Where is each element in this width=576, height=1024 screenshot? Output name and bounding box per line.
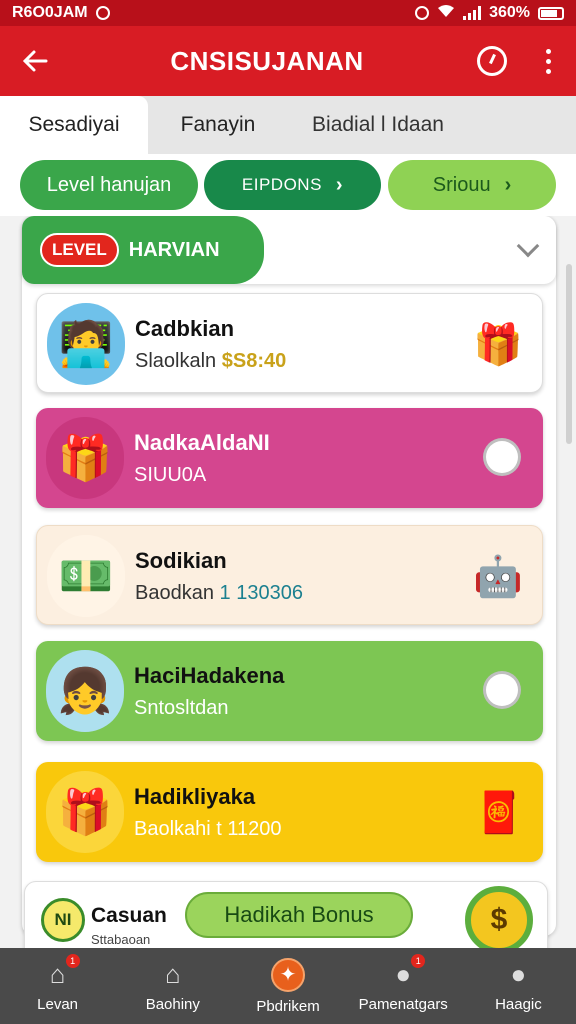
nav-item-haagic[interactable]: ● Haagic xyxy=(461,948,576,1024)
alarm-icon xyxy=(415,6,430,20)
list-item[interactable]: 👧 HaciHadakena Sntosltdan xyxy=(36,641,543,741)
nav-label: Pamenatgars xyxy=(358,995,448,1013)
list-item[interactable]: 🎁 Hadikliyaka Baolkahi t 11200 🧧 xyxy=(36,762,543,862)
back-arrow-icon[interactable] xyxy=(0,26,70,96)
signal-icon xyxy=(463,6,482,20)
status-bar: R6O0JAM 360% xyxy=(0,0,576,26)
timer-icon xyxy=(477,46,507,76)
level-pill: LEVEL HARVIAN xyxy=(22,216,264,284)
nav-item-pamenatgars[interactable]: ● 1 Pamenatgars xyxy=(346,948,461,1024)
bonus-card: NI Casuan Sttabaoan Hadikah Bonus $ xyxy=(24,881,548,948)
battery-icon xyxy=(538,6,564,20)
chat-bubble-icon[interactable] xyxy=(483,671,521,709)
list-item[interactable]: 🎁 NadkaAldaNI SIUU0A xyxy=(36,408,543,508)
tab-bar: Sesadiyai Fanayin Biadial l Idaan xyxy=(0,96,576,154)
chip-level-hanujan[interactable]: Level hanujan xyxy=(20,160,198,210)
chevron-right-icon: › xyxy=(504,173,512,196)
bonus-badge: NI xyxy=(41,898,85,942)
card-subtitle: Sntosltdan xyxy=(134,697,229,719)
mascot-icon[interactable]: 🧧 xyxy=(469,780,529,844)
card-amount: 1 130306 xyxy=(219,582,303,604)
notification-icon xyxy=(95,6,110,20)
bonus-title: Casuan xyxy=(91,904,167,927)
notification-badge: 1 xyxy=(411,953,426,968)
nav-item-levan[interactable]: ⌂ 1 Levan xyxy=(0,948,115,1024)
card-subtitle: Slaolkaln $S8:40 xyxy=(135,350,287,372)
level-badge: LEVEL xyxy=(40,233,119,267)
page-title: CNSISUJANAN xyxy=(170,45,364,76)
robot-icon[interactable]: 🤖 xyxy=(468,544,528,608)
list-item[interactable]: 💵 Sodikian Baodkan 1 130306 🤖 xyxy=(36,525,543,625)
nav-item-baohiny[interactable]: ⌂ Baohiny xyxy=(115,948,230,1024)
battery-percent: 360% xyxy=(489,4,530,21)
profile-icon: ● xyxy=(510,959,527,989)
cash-bundle-icon: 💵 xyxy=(47,535,125,617)
card-title: Cadbkian xyxy=(135,316,235,341)
gift-coins-icon: 🎁 xyxy=(46,771,124,853)
timer-button[interactable] xyxy=(464,26,520,96)
wifi-icon xyxy=(437,4,455,23)
filter-chips: Level hanujan EIPDONS › Sriouu › xyxy=(0,154,576,216)
card-title: NadkaAldaNI xyxy=(134,430,270,455)
card-subtitle: SIUU0A xyxy=(134,464,207,486)
scrollbar[interactable] xyxy=(566,264,572,444)
tab-fanayin[interactable]: Fanayin xyxy=(148,96,288,154)
list-item[interactable]: 🧑‍💻 Cadbkian Slaolkaln $S8:40 🎁 xyxy=(36,293,543,393)
card-title: Sodikian xyxy=(135,548,227,573)
chip-label: Level hanujan xyxy=(46,173,172,196)
chip-label: EIPDONS xyxy=(241,175,322,194)
level-title: HARVIAN xyxy=(128,238,220,261)
chip-sriouu[interactable]: Sriouu › xyxy=(388,160,556,210)
nav-item-pbdrikem[interactable]: ✦ Pbdrikem xyxy=(230,948,345,1024)
card-title: HaciHadakena xyxy=(134,663,285,688)
chip-eipdons[interactable]: EIPDONS › xyxy=(204,160,381,210)
tab-biadial[interactable]: Biadial l Idaan xyxy=(288,96,468,154)
gift-coins-icon: 🎁 xyxy=(46,417,124,499)
app-bar: CNSISUJANAN xyxy=(0,26,576,96)
more-vert-icon xyxy=(545,48,551,74)
coin-icon: $ xyxy=(465,886,533,948)
more-menu-button[interactable] xyxy=(520,26,576,96)
chevron-down-icon[interactable] xyxy=(516,234,540,258)
home-badge-icon: ⌂ 1 xyxy=(42,953,80,990)
nav-label: Pbdrikem xyxy=(256,997,320,1015)
tab-sesadiyai[interactable]: Sesadiyai xyxy=(0,96,148,154)
chat-bubble-icon[interactable] xyxy=(483,438,521,476)
chevron-right-icon: › xyxy=(335,173,344,196)
house-icon: ⌂ xyxy=(164,959,181,989)
bonus-button[interactable]: Hadikah Bonus xyxy=(185,892,413,938)
person-typing-icon: 🧑‍💻 xyxy=(47,303,125,385)
nav-label: Haagic xyxy=(495,995,542,1013)
status-left-text: R6O0JAM xyxy=(12,4,88,21)
bonus-subtitle: Sttabaoan xyxy=(91,932,151,947)
nav-label: Baohiny xyxy=(145,995,200,1013)
bottom-nav: ⌂ 1 Levan ⌂ Baohiny ✦ Pbdrikem ● 1 Pamenat… xyxy=(0,948,576,1024)
user-chat-icon: ● 1 xyxy=(387,953,426,990)
card-subtitle: Baodkan 1 130306 xyxy=(135,582,303,604)
level-header[interactable]: LEVEL HARVIAN xyxy=(22,216,556,284)
card-amount: $S8:40 xyxy=(221,350,287,372)
person-laptop-icon: 👧 xyxy=(46,650,124,732)
card-title: Hadikliyaka xyxy=(134,784,256,809)
notification-badge: 1 xyxy=(65,953,80,968)
bonus-center-icon: ✦ xyxy=(271,957,305,992)
chip-label: Sriouu xyxy=(432,173,491,196)
gift-box-icon[interactable]: 🎁 xyxy=(468,312,528,376)
card-subtitle: Baolkahi t 11200 xyxy=(134,818,282,840)
nav-label: Levan xyxy=(37,995,79,1013)
main-content: LEVEL HARVIAN 🧑‍💻 Cadbkian Slaolkaln $S8… xyxy=(0,216,576,948)
